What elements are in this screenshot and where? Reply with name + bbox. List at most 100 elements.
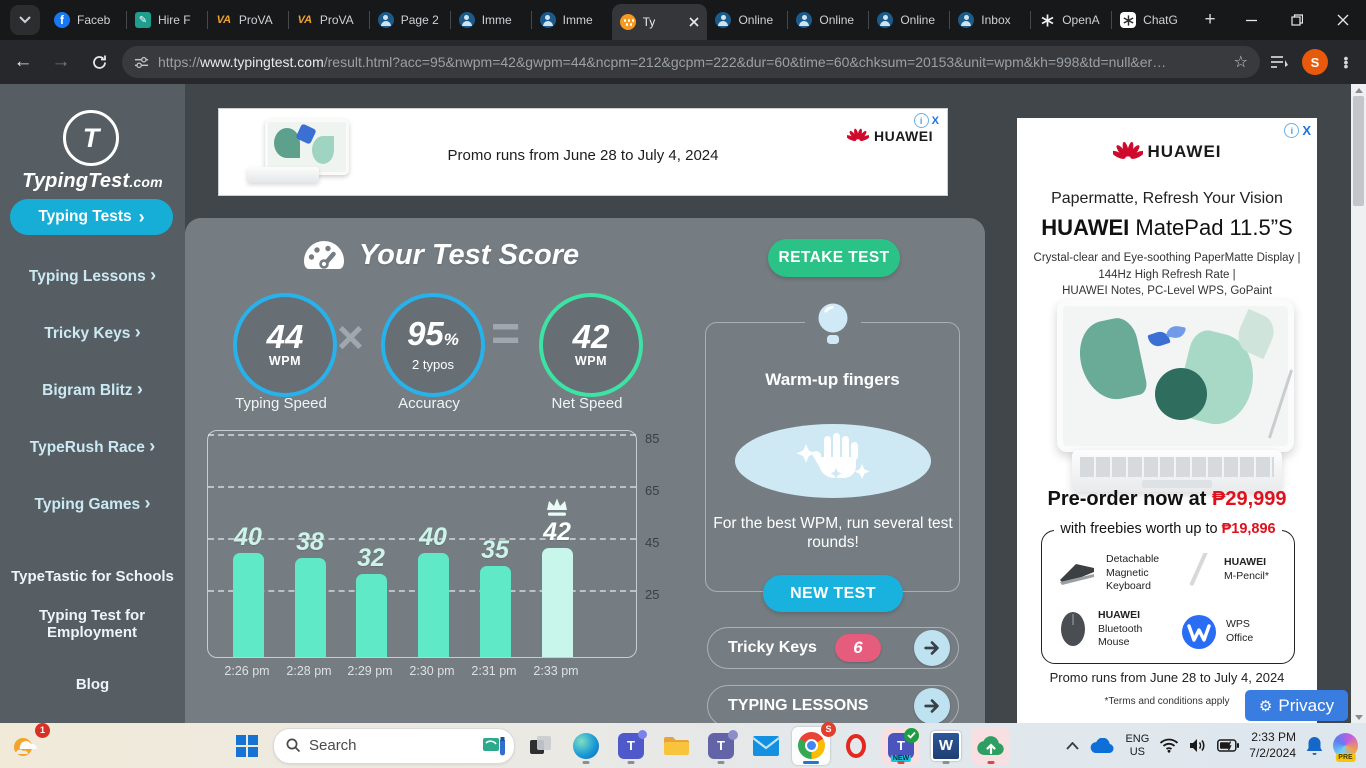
browser-scrollbar[interactable] — [1351, 84, 1366, 723]
tab-immersive-1[interactable]: Imme — [451, 3, 531, 37]
reload-button[interactable] — [84, 47, 114, 77]
copilot-pre-badge: PRE — [1335, 753, 1356, 762]
taskbar-app-teams-classic[interactable]: T — [702, 727, 740, 765]
scrollbar-thumb[interactable] — [1353, 96, 1364, 206]
go-arrow-button[interactable] — [914, 630, 950, 666]
sidebar-item-typing-games[interactable]: Typing Games › — [0, 493, 185, 514]
va-logo-icon: VA — [297, 14, 313, 26]
taskbar-app-opera[interactable] — [837, 727, 875, 765]
taskbar-app-mail[interactable] — [747, 727, 785, 765]
sidebar-item-typing-tests[interactable]: Typing Tests › — [10, 199, 173, 235]
new-test-button[interactable]: NEW TEST — [763, 575, 903, 612]
tab-hire[interactable]: ✎ Hire F — [127, 3, 207, 37]
pencil-thumb-image — [1189, 553, 1209, 586]
close-tab-icon[interactable] — [689, 17, 700, 27]
sidebar-item-typetastic[interactable]: TypeTastic for Schools — [0, 568, 185, 585]
scroll-up-arrow[interactable] — [1351, 84, 1366, 96]
sidebar-item-employment[interactable]: Typing Test for Employment — [22, 607, 162, 641]
sidebar-item-tricky-keys[interactable]: Tricky Keys › — [0, 322, 185, 343]
language-indicator[interactable]: ENG US — [1125, 733, 1149, 758]
reading-list-icon[interactable] — [1270, 54, 1288, 70]
gear-icon: ⚙ — [1258, 697, 1273, 715]
onedrive-icon[interactable] — [1089, 737, 1115, 754]
tab-online-1[interactable]: Online — [707, 3, 787, 37]
taskbar-app-cloud-upload[interactable] — [972, 726, 1010, 765]
chart-bar-column: 40 — [410, 524, 456, 657]
notification-bell-icon[interactable] — [1306, 736, 1323, 756]
sidebar-item-blog[interactable]: Blog — [0, 676, 185, 693]
banner-ad[interactable]: Promo runs from June 28 to July 4, 2024 … — [218, 108, 948, 196]
privacy-button[interactable]: ⚙ Privacy — [1245, 690, 1348, 721]
chart-bar-column: 40 — [225, 524, 271, 657]
address-bar[interactable]: https://www.typingtest.com/result.html?a… — [122, 46, 1260, 78]
battery-icon[interactable] — [1217, 739, 1240, 752]
start-button[interactable] — [228, 727, 266, 765]
windows-logo-icon — [236, 734, 258, 757]
retake-test-button[interactable]: RETAKE TEST — [768, 239, 900, 277]
tab-online-2[interactable]: Online — [788, 3, 868, 37]
ad-choices[interactable]: i X — [913, 113, 939, 128]
tab-prova-1[interactable]: VA ProVA — [208, 3, 288, 37]
forward-button[interactable]: → — [46, 47, 76, 77]
typing-lessons-link[interactable]: TYPING LESSONS — [707, 685, 959, 723]
tricky-keys-link[interactable]: Tricky Keys 6 — [707, 627, 959, 669]
huawei-brand: HUAWEI — [847, 127, 933, 145]
new-tab-button[interactable]: + — [1196, 6, 1224, 34]
hand-sparkle-icon — [796, 433, 870, 479]
windows-taskbar: 1 Search T T S T NEW W ENG US 2:33 PM 7/… — [0, 721, 1366, 768]
profile-avatar[interactable]: S — [1302, 49, 1328, 75]
volume-icon[interactable] — [1189, 738, 1207, 753]
taskbar-app-edge[interactable] — [567, 727, 605, 765]
tab-page2[interactable]: Page 2 — [370, 3, 450, 37]
huawei-side-ad[interactable]: i X HUAWEI Papermatte, Refresh Your Visi… — [1017, 118, 1317, 723]
tab-search-button[interactable] — [10, 5, 40, 35]
go-arrow-button[interactable] — [914, 688, 950, 723]
tab-prova-2[interactable]: VA ProVA — [289, 3, 369, 37]
show-hidden-icons-chevron[interactable] — [1066, 741, 1080, 750]
bookmark-star-icon[interactable]: ☆ — [1234, 52, 1248, 72]
tab-immersive-2[interactable]: Imme — [532, 3, 612, 37]
tab-openai[interactable]: OpenA — [1031, 3, 1111, 37]
sidebar-item-typerush-race[interactable]: TypeRush Race › — [0, 436, 185, 457]
person-icon — [877, 12, 894, 28]
weather-widget[interactable]: 1 — [8, 722, 50, 765]
sidebar-item-typing-lessons[interactable]: Typing Lessons › — [0, 265, 185, 286]
taskbar-app-teams-new[interactable]: T NEW — [882, 726, 920, 765]
taskbar-app-explorer[interactable] — [657, 727, 695, 765]
tab-title: ProVA — [238, 13, 273, 27]
tab-inbox[interactable]: Inbox — [950, 3, 1030, 37]
search-highlight-image[interactable] — [482, 734, 508, 758]
typing-speed-label: Typing Speed — [235, 395, 327, 412]
va-logo-icon: VA — [216, 14, 232, 26]
lightbulb-icon — [814, 302, 852, 353]
teams-new-icon: T NEW — [888, 727, 919, 762]
taskbar-search[interactable]: Search — [273, 727, 515, 764]
ad-close-icon[interactable]: X — [932, 115, 939, 127]
tab-chatgpt[interactable]: ChatG — [1112, 3, 1192, 37]
keyboard-thumb-image — [1060, 564, 1094, 586]
site-info-icon[interactable] — [134, 55, 149, 70]
back-button[interactable]: ← — [8, 47, 38, 77]
taskbar-app-teams[interactable]: T — [612, 727, 650, 765]
close-window-button[interactable] — [1320, 0, 1366, 40]
taskbar-app-chrome-active[interactable]: S — [792, 721, 836, 765]
browser-menu-icon[interactable]: • • • — [1336, 51, 1356, 73]
taskbar-app-word[interactable]: W — [927, 727, 965, 765]
keyboard-image — [1072, 450, 1282, 492]
ad-close-icon[interactable]: X — [1302, 123, 1311, 138]
facebook-icon: f — [54, 12, 70, 28]
task-view-button[interactable] — [522, 727, 560, 765]
restore-button[interactable] — [1274, 0, 1320, 40]
taskbar-clock[interactable]: 2:33 PM 7/2/2024 — [1249, 730, 1296, 761]
adchoices-info-icon[interactable]: i — [913, 113, 929, 128]
adchoices-info-icon[interactable]: i — [1284, 123, 1300, 138]
ad-choices[interactable]: i X — [1284, 123, 1311, 138]
scroll-down-arrow[interactable] — [1351, 711, 1366, 723]
copilot-icon[interactable]: PRE — [1333, 733, 1358, 762]
tab-online-3[interactable]: Online — [869, 3, 949, 37]
sidebar-item-bigram-blitz[interactable]: Bigram Blitz › — [0, 379, 185, 400]
minimize-button[interactable] — [1228, 0, 1274, 40]
tab-typingtest-active[interactable]: Ty — [611, 4, 708, 40]
tab-facebook[interactable]: f Faceb — [46, 3, 126, 37]
wifi-icon[interactable] — [1159, 738, 1179, 753]
